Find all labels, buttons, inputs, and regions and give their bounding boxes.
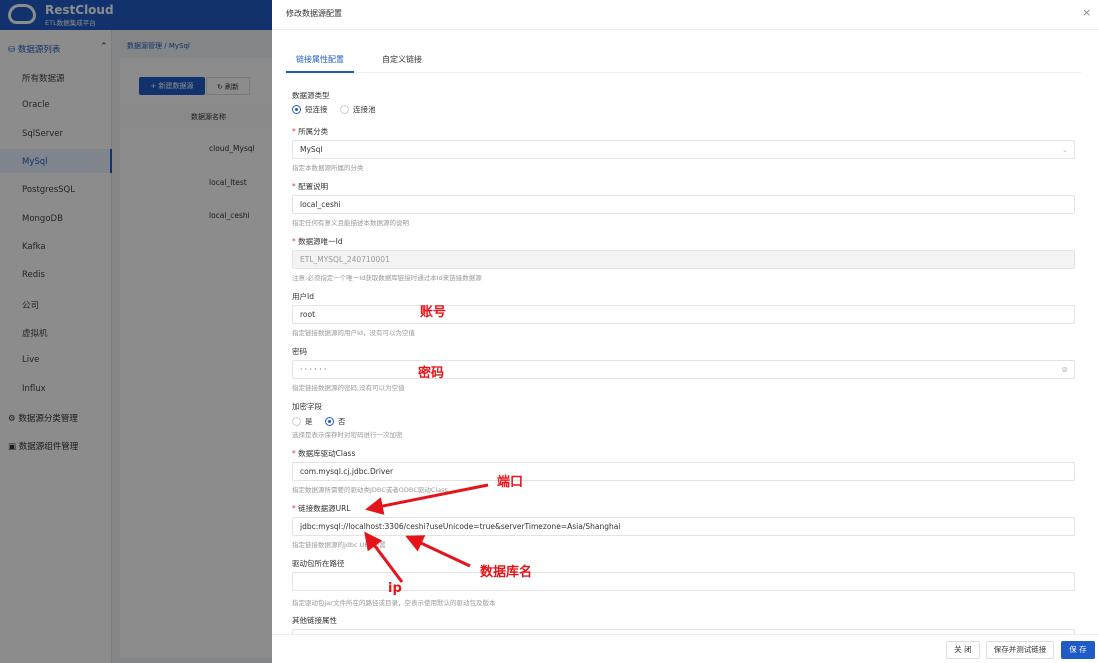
annotation-account: 账号 — [420, 305, 447, 320]
annotation-arrows — [364, 483, 489, 583]
ip-arrow — [364, 531, 404, 583]
port-arrow — [365, 483, 489, 515]
annotation-password: 密码 — [418, 366, 445, 381]
annotation-dbname: 数据库名 — [480, 565, 533, 580]
dbname-arrow — [405, 535, 471, 568]
annotation-port: 端口 — [497, 475, 524, 490]
annotation-ip: ip — [388, 581, 402, 596]
